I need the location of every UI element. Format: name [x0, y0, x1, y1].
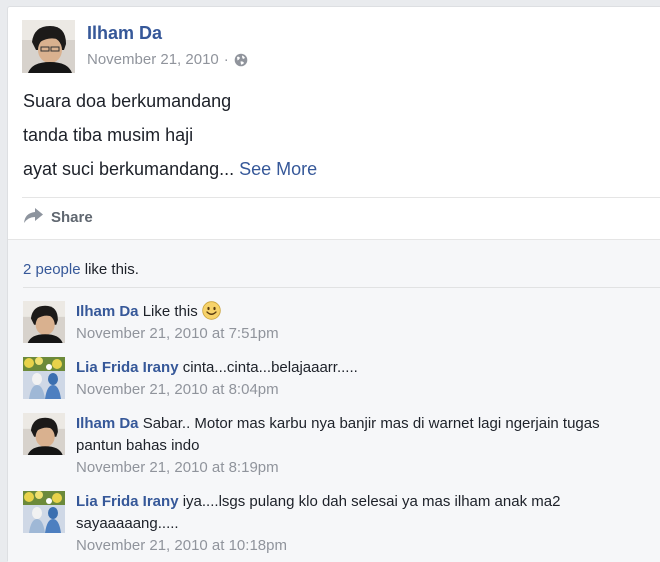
- post-author-name[interactable]: Ilham Da: [87, 23, 162, 44]
- likes-summary: 2 people like this.: [23, 261, 139, 278]
- comment-timestamp[interactable]: November 21, 2010 at 10:18pm: [76, 537, 287, 554]
- comment-timestamp[interactable]: November 21, 2010 at 8:19pm: [76, 459, 279, 476]
- comment-timestamp[interactable]: November 21, 2010 at 7:51pm: [76, 325, 279, 342]
- meta-separator: ·: [223, 51, 229, 68]
- post-meta: November 21, 2010 ·: [87, 51, 248, 68]
- action-divider: [22, 197, 660, 198]
- comment-body: Ilham Da Sabar.. Motor mas karbu nya ban…: [76, 413, 646, 457]
- comment-avatar[interactable]: [23, 357, 65, 399]
- comment-timestamp[interactable]: November 21, 2010 at 8:04pm: [76, 381, 279, 398]
- post-text-line-3: ayat suci berkumandang... See More: [23, 159, 317, 180]
- globe-icon[interactable]: [234, 53, 248, 67]
- comment-author[interactable]: Lia Frida Irany: [76, 493, 179, 510]
- post-text-line-2: tanda tiba musim haji: [23, 125, 194, 145]
- comment-text: Like this: [142, 303, 198, 320]
- comment-body: Lia Frida Irany cinta...cinta...belajaaa…: [76, 357, 646, 379]
- post-author-avatar[interactable]: [22, 20, 75, 73]
- comments-section: 2 people like this. Ilham Da Like this N…: [8, 239, 660, 562]
- comment-avatar[interactable]: [23, 491, 65, 533]
- post-text-line-1: Suara doa berkumandang: [23, 91, 232, 111]
- comment-author[interactable]: Lia Frida Irany: [76, 359, 179, 376]
- comment-author[interactable]: Ilham Da: [76, 415, 139, 432]
- share-button[interactable]: Share: [24, 208, 93, 227]
- comment-text: Sabar.. Motor mas karbu nya banjir mas d…: [76, 415, 600, 454]
- comment-text: cinta...cinta...belajaaarr.....: [182, 359, 358, 376]
- likes-divider: [23, 287, 660, 288]
- share-arrow-icon: [24, 208, 43, 227]
- see-more-link[interactable]: See More: [239, 159, 317, 179]
- comment-avatar[interactable]: [23, 413, 65, 455]
- post-text-line-3-content: ayat suci berkumandang...: [23, 159, 235, 179]
- likes-people-link[interactable]: 2 people: [23, 261, 81, 278]
- comment-avatar[interactable]: [23, 301, 65, 343]
- comment-body: Ilham Da Like this: [76, 301, 646, 323]
- comment-author[interactable]: Ilham Da: [76, 303, 139, 320]
- post-card: Ilham Da November 21, 2010 · Suara doa b…: [7, 6, 660, 562]
- post-timestamp[interactable]: November 21, 2010: [87, 51, 219, 68]
- likes-suffix: like this.: [80, 261, 139, 278]
- smiley-icon: [202, 301, 221, 320]
- share-label: Share: [51, 209, 93, 226]
- comment-body: Lia Frida Irany iya....lsgs pulang klo d…: [76, 491, 646, 535]
